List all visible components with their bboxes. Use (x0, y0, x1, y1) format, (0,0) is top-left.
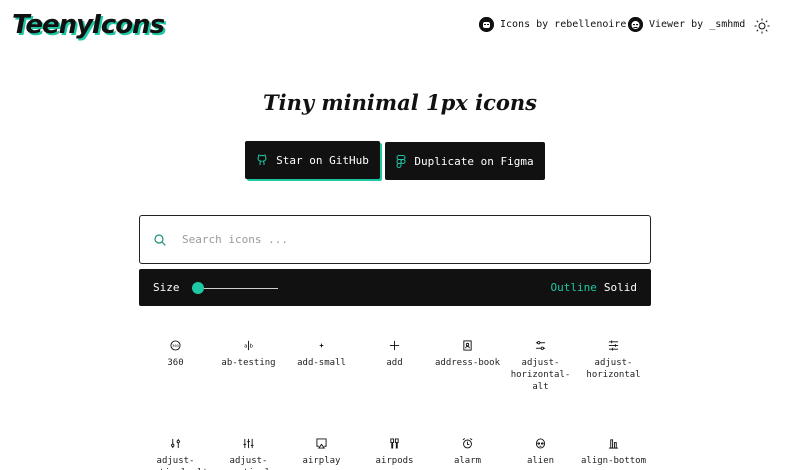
icon-label: align-bottom (580, 456, 647, 466)
ab-testing-icon: ab (244, 340, 254, 351)
icon-card-360[interactable]: 360 360 (139, 340, 212, 369)
logo[interactable]: TeenyIcons (12, 10, 165, 40)
icon-card-adjust-horizontal-alt[interactable]: adjust- horizontal- alt (504, 340, 577, 393)
icon-card-airplay[interactable]: airplay (285, 438, 358, 467)
duplicate-on-figma-label: Duplicate on Figma (414, 154, 534, 168)
adjust-vertical-icon (243, 438, 254, 449)
alarm-icon (462, 438, 473, 449)
github-icon (257, 154, 267, 165)
airplay-icon (316, 438, 327, 449)
360-icon: 360 (170, 340, 181, 351)
icon-label: adjust- vertical-alt (143, 456, 208, 470)
icon-card-address-book[interactable]: address-book (431, 340, 504, 369)
align-bottom-icon (608, 439, 619, 449)
icon-card-airpods[interactable]: airpods (358, 438, 431, 467)
add-icon (389, 340, 400, 351)
icon-card-add[interactable]: add (358, 340, 431, 369)
icon-label: address-book (434, 358, 501, 368)
svg-text:a: a (244, 343, 247, 349)
sun-icon (754, 18, 770, 34)
star-on-github-label: Star on GitHub (276, 153, 369, 167)
icon-label: adjust- horizontal- alt (510, 358, 571, 392)
icon-label: add-small (297, 358, 346, 368)
svg-text:b: b (250, 343, 254, 349)
icon-toolbar: Size Outline Solid (139, 269, 651, 306)
svg-text:360: 360 (172, 344, 180, 348)
avatar-smhmd-icon (628, 17, 643, 32)
star-on-github-button[interactable]: Star on GitHub (245, 141, 380, 179)
credit-icons-label: Icons by rebellenoire (500, 19, 627, 30)
figma-icon (396, 154, 406, 168)
search-box[interactable] (139, 215, 651, 264)
duplicate-on-figma-button[interactable]: Duplicate on Figma (385, 142, 545, 180)
icon-label: alien (526, 456, 555, 466)
search-input[interactable] (182, 233, 602, 246)
credit-icons-link[interactable]: Icons by rebellenoire (479, 17, 626, 32)
theme-toggle-button[interactable] (752, 16, 772, 36)
search-icon (154, 233, 166, 246)
icon-label: airplay (302, 456, 341, 466)
icon-label: adjust- vertical (227, 456, 270, 470)
size-slider[interactable] (191, 281, 278, 294)
icon-card-adjust-vertical-alt[interactable]: adjust- vertical-alt (139, 438, 212, 470)
adjust-horizontal-alt-icon (535, 341, 546, 350)
size-slider-thumb[interactable] (191, 281, 204, 294)
size-slider-track (191, 287, 278, 289)
alien-icon (535, 438, 546, 449)
icon-card-align-bottom[interactable]: align-bottom (577, 438, 650, 467)
icon-card-alarm[interactable]: alarm (431, 438, 504, 467)
adjust-vertical-alt-icon (171, 438, 180, 449)
icon-label: alarm (453, 456, 482, 466)
icon-card-adjust-vertical[interactable]: adjust- vertical (212, 438, 285, 470)
airpods-icon (390, 438, 399, 449)
icon-label: 360 (167, 358, 184, 368)
page-tagline: Tiny minimal 1px icons (263, 90, 537, 115)
solid-toggle[interactable]: Solid (604, 281, 637, 294)
credit-viewer-label: Viewer by _smhmd (649, 19, 746, 30)
icon-card-alien[interactable]: alien (504, 438, 577, 467)
icon-label: add (386, 358, 403, 368)
icon-card-add-small[interactable]: add-small (285, 340, 358, 369)
adjust-horizontal-icon (608, 340, 619, 351)
icon-card-adjust-horizontal[interactable]: adjust- horizontal (577, 340, 650, 381)
icon-label: adjust- horizontal (586, 358, 641, 380)
style-toggle-group: Outline Solid (551, 281, 637, 294)
size-label: Size (153, 281, 180, 294)
header: TeenyIcons Icons by rebellenoire Viewer … (0, 0, 800, 56)
avatar-rebellenoire-icon (479, 17, 494, 32)
outline-toggle[interactable]: Outline (551, 281, 597, 294)
credit-viewer-link[interactable]: Viewer by _smhmd (628, 17, 745, 32)
icon-card-ab-testing[interactable]: a b ab-testing (212, 340, 285, 369)
address-book-icon (463, 340, 472, 351)
icon-label: airpods (375, 456, 414, 466)
add-small-icon (319, 343, 324, 348)
icon-label: ab-testing (221, 358, 276, 368)
